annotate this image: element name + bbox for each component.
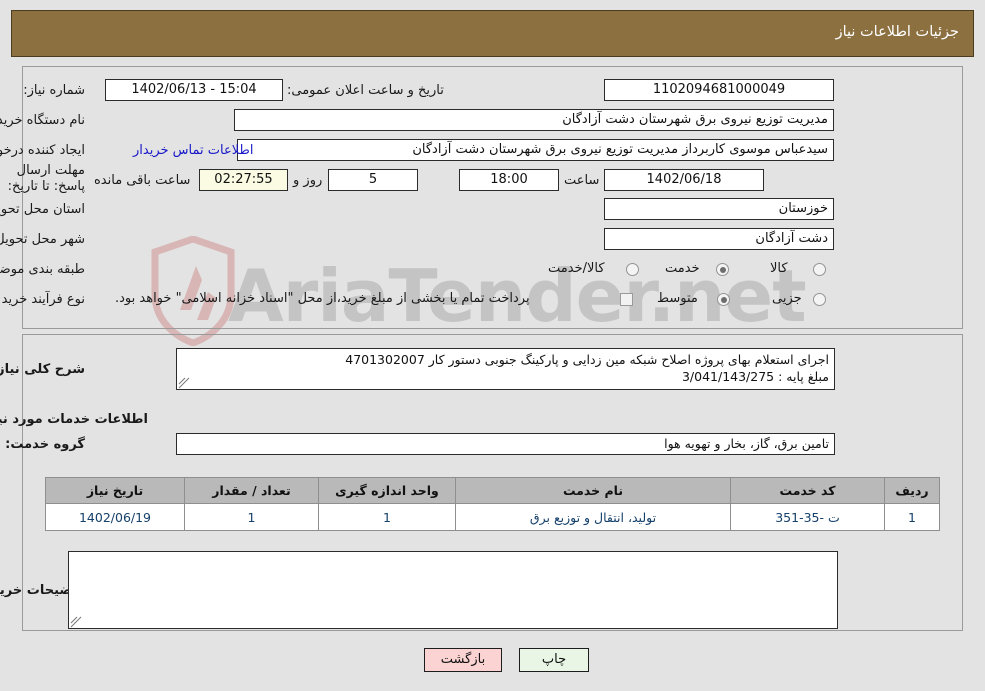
table-row: 1 ت -35-351 تولید، انتقال و توزیع برق 1 … <box>45 503 940 531</box>
radio-category-kala-khedmat-label: کالا/خدمت <box>548 261 605 276</box>
radio-category-kala-label: کالا <box>770 261 788 276</box>
requester-label: ایجاد کننده درخواست: <box>0 143 85 158</box>
back-button[interactable]: بازگشت <box>424 648 502 672</box>
remaining-days-label: روز و <box>293 173 323 188</box>
radio-category-kala-khedmat[interactable] <box>626 263 639 276</box>
page-header-bar: جزئیات اطلاعات نیاز <box>11 10 974 57</box>
col-service-name: نام خدمت <box>455 477 731 504</box>
radio-process-jozei[interactable] <box>813 293 826 306</box>
deadline-hour-value: 18:00 <box>459 169 559 191</box>
cell-service-code: ت -35-351 <box>730 503 885 531</box>
services-heading: اطلاعات خدمات مورد نیاز <box>0 412 148 427</box>
category-label: طبقه بندی موضوعی: <box>0 262 85 277</box>
public-announce-value: 1402/06/13 - 15:04 <box>105 79 283 101</box>
cell-service-name: تولید، انتقال و توزیع برق <box>455 503 731 531</box>
province-value: خوزستان <box>604 198 834 220</box>
cell-row-no: 1 <box>884 503 940 531</box>
process-label: نوع فرآیند خرید : <box>0 292 85 307</box>
cell-need-date: 1402/06/19 <box>45 503 185 531</box>
province-label: استان محل تحویل: <box>0 202 85 217</box>
services-table: ردیف کد خدمت نام خدمت واحد اندازه گیری ت… <box>45 477 940 531</box>
cell-quantity: 1 <box>184 503 319 531</box>
description-value: اجرای استعلام بهای پروژه اصلاح شبکه مین … <box>176 348 835 390</box>
buyer-contact-link[interactable]: اطلاعات تماس خریدار <box>133 143 253 158</box>
cell-unit: 1 <box>318 503 456 531</box>
buyer-notes-value[interactable] <box>68 551 838 629</box>
col-unit: واحد اندازه گیری <box>318 477 456 504</box>
checkbox-treasury-documents[interactable] <box>620 293 633 306</box>
radio-process-motavasset-label: متوسط <box>657 291 698 306</box>
radio-process-jozei-label: جزیی <box>772 291 802 306</box>
print-button[interactable]: چاپ <box>519 648 589 672</box>
remaining-time-value: 02:27:55 <box>199 169 288 191</box>
service-group-value: تامین برق، گاز، بخار و تهویه هوا <box>176 433 835 455</box>
requester-value: سیدعباس موسوی کاربرداز مدیریت توزیع نیرو… <box>237 139 834 161</box>
col-row-no: ردیف <box>884 477 940 504</box>
service-group-label: گروه خدمت: <box>5 437 85 452</box>
radio-category-kala[interactable] <box>813 263 826 276</box>
public-announce-label: تاریخ و ساعت اعلان عمومی: <box>287 83 444 98</box>
buyer-org-label: نام دستگاه خریدار: <box>0 113 85 128</box>
need-number-value: 1102094681000049 <box>604 79 834 101</box>
treasury-note-text: پرداخت تمام یا بخشی از مبلغ خرید،از محل … <box>115 291 530 306</box>
radio-process-motavasset[interactable] <box>717 293 730 306</box>
city-label: شهر محل تحویل: <box>0 232 85 247</box>
deadline-date-value: 1402/06/18 <box>604 169 764 191</box>
radio-category-khedmat[interactable] <box>716 263 729 276</box>
deadline-label: مهلت ارسال پاسخ: تا تاریخ: <box>7 163 85 195</box>
buyer-org-value: مدیریت توزیع نیروی برق شهرستان دشت آزادگ… <box>234 109 834 131</box>
col-service-code: کد خدمت <box>730 477 885 504</box>
col-quantity: تعداد / مقدار <box>184 477 319 504</box>
radio-category-khedmat-label: خدمت <box>665 261 700 276</box>
need-number-label: شماره نیاز: <box>23 83 85 98</box>
table-header-row: ردیف کد خدمت نام خدمت واحد اندازه گیری ت… <box>45 477 940 504</box>
remaining-time-label: ساعت باقی مانده <box>94 173 191 188</box>
city-value: دشت آزادگان <box>604 228 834 250</box>
description-label: شرح کلی نیاز; <box>0 362 85 377</box>
col-need-date: تاریخ نیاز <box>45 477 185 504</box>
page-title: جزئیات اطلاعات نیاز <box>835 24 959 40</box>
remaining-days-value: 5 <box>328 169 418 191</box>
page-root: AriaTender.net جزئیات اطلاعات نیاز شماره… <box>0 0 985 691</box>
deadline-hour-label: ساعت <box>564 173 600 188</box>
